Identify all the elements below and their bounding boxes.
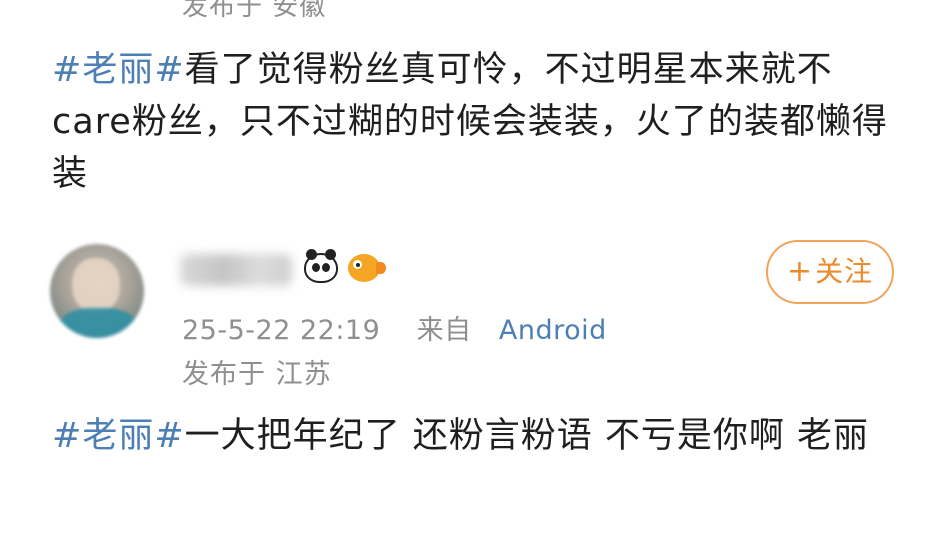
- topic-tag-link[interactable]: #老丽#: [52, 50, 185, 90]
- previous-location-line: 发布于 安徽: [182, 0, 327, 22]
- comment-author-row: 25-5-22 22:19 来自 Android 发布于 江苏 +关注: [0, 236, 948, 396]
- post-content-2: #老丽#一大把年纪了 还粉言粉语 不亏是你啊 老丽: [52, 410, 912, 462]
- source-link[interactable]: Android: [499, 315, 607, 346]
- plus-icon: +: [786, 254, 814, 289]
- pufferfish-icon: [348, 250, 386, 286]
- post-body-text-2: 一大把年纪了 还粉言粉语 不亏是你啊 老丽: [184, 416, 870, 456]
- follow-button-label: 关注: [815, 255, 874, 288]
- post-meta: 25-5-22 22:19 来自 Android: [182, 308, 607, 347]
- panda-icon: [304, 249, 340, 286]
- post-content: #老丽#看了觉得粉丝真可怜，不过明星本来就不care粉丝，只不过糊的时候会装装，…: [52, 44, 912, 200]
- follow-button[interactable]: +关注: [766, 240, 894, 304]
- source-prefix: 来自: [416, 315, 472, 346]
- topic-tag-link-2[interactable]: #老丽#: [52, 416, 185, 456]
- username-blurred[interactable]: [180, 254, 292, 286]
- avatar[interactable]: [50, 244, 144, 338]
- post-location: 发布于 江苏: [182, 359, 332, 390]
- post-timestamp: 25-5-22 22:19: [182, 315, 381, 346]
- weibo-comment-feed: 发布于 安徽 #老丽#看了觉得粉丝真可怜，不过明星本来就不care粉丝，只不过糊…: [0, 0, 948, 548]
